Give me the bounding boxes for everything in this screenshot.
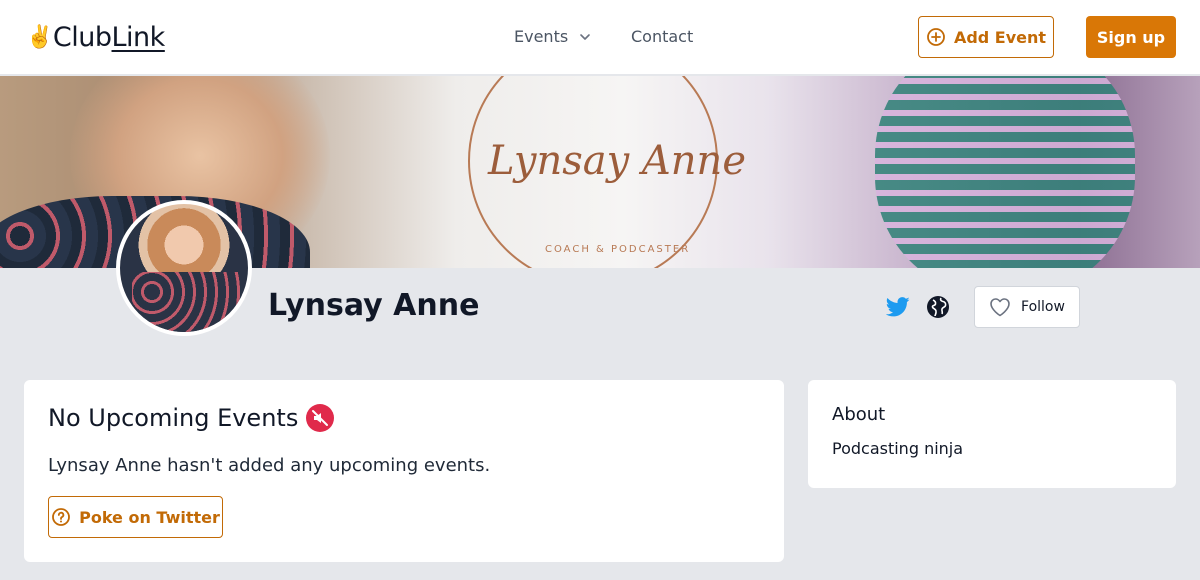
globe-icon[interactable] (926, 295, 950, 319)
poke-label: Poke on Twitter (79, 507, 220, 527)
profile-avatar (116, 200, 252, 336)
twitter-icon[interactable] (886, 296, 910, 318)
nav-events-label: Events (514, 27, 569, 46)
no-events-message: Lynsay Anne hasn't added any upcoming ev… (48, 455, 491, 476)
logo-text-club: Club (52, 22, 112, 53)
clublink-logo[interactable]: ✌️ Club Link (26, 22, 165, 53)
chevron-down-icon (580, 33, 590, 40)
top-navbar: ✌️ Club Link Events Contact Add Event Sig… (0, 0, 1200, 75)
events-card-title: No Upcoming Events (48, 404, 299, 432)
logo-text-link: Link (111, 22, 166, 53)
banner-script-logo: Lynsay Anne (488, 138, 746, 184)
follow-button[interactable]: Follow (974, 286, 1080, 328)
add-event-label: Add Event (953, 27, 1047, 47)
about-card: About Podcasting ninja (808, 380, 1176, 488)
sign-up-button[interactable]: Sign up (1086, 16, 1176, 58)
heart-icon (990, 298, 1010, 317)
plus-circle-icon (927, 28, 945, 46)
profile-name: Lynsay Anne (268, 288, 480, 323)
banner-microphone-image (875, 76, 1135, 268)
muted-speaker-icon (306, 404, 335, 432)
upcoming-events-card: No Upcoming Events Lynsay Anne hasn't ad… (24, 380, 784, 562)
victory-hand-icon: ✌️ (26, 25, 53, 50)
about-text: Podcasting ninja (832, 439, 964, 458)
about-heading: About (832, 404, 886, 425)
question-circle-icon (52, 508, 71, 526)
nav-events-dropdown[interactable]: Events (514, 27, 592, 46)
poke-on-twitter-button[interactable]: Poke on Twitter (48, 496, 223, 538)
follow-label: Follow (1021, 299, 1065, 315)
events-card-title-row: No Upcoming Events (48, 404, 335, 432)
nav-contact-link[interactable]: Contact (631, 27, 693, 46)
banner-logo-subtitle: COACH & PODCASTER (545, 244, 691, 255)
add-event-button[interactable]: Add Event (918, 16, 1054, 58)
